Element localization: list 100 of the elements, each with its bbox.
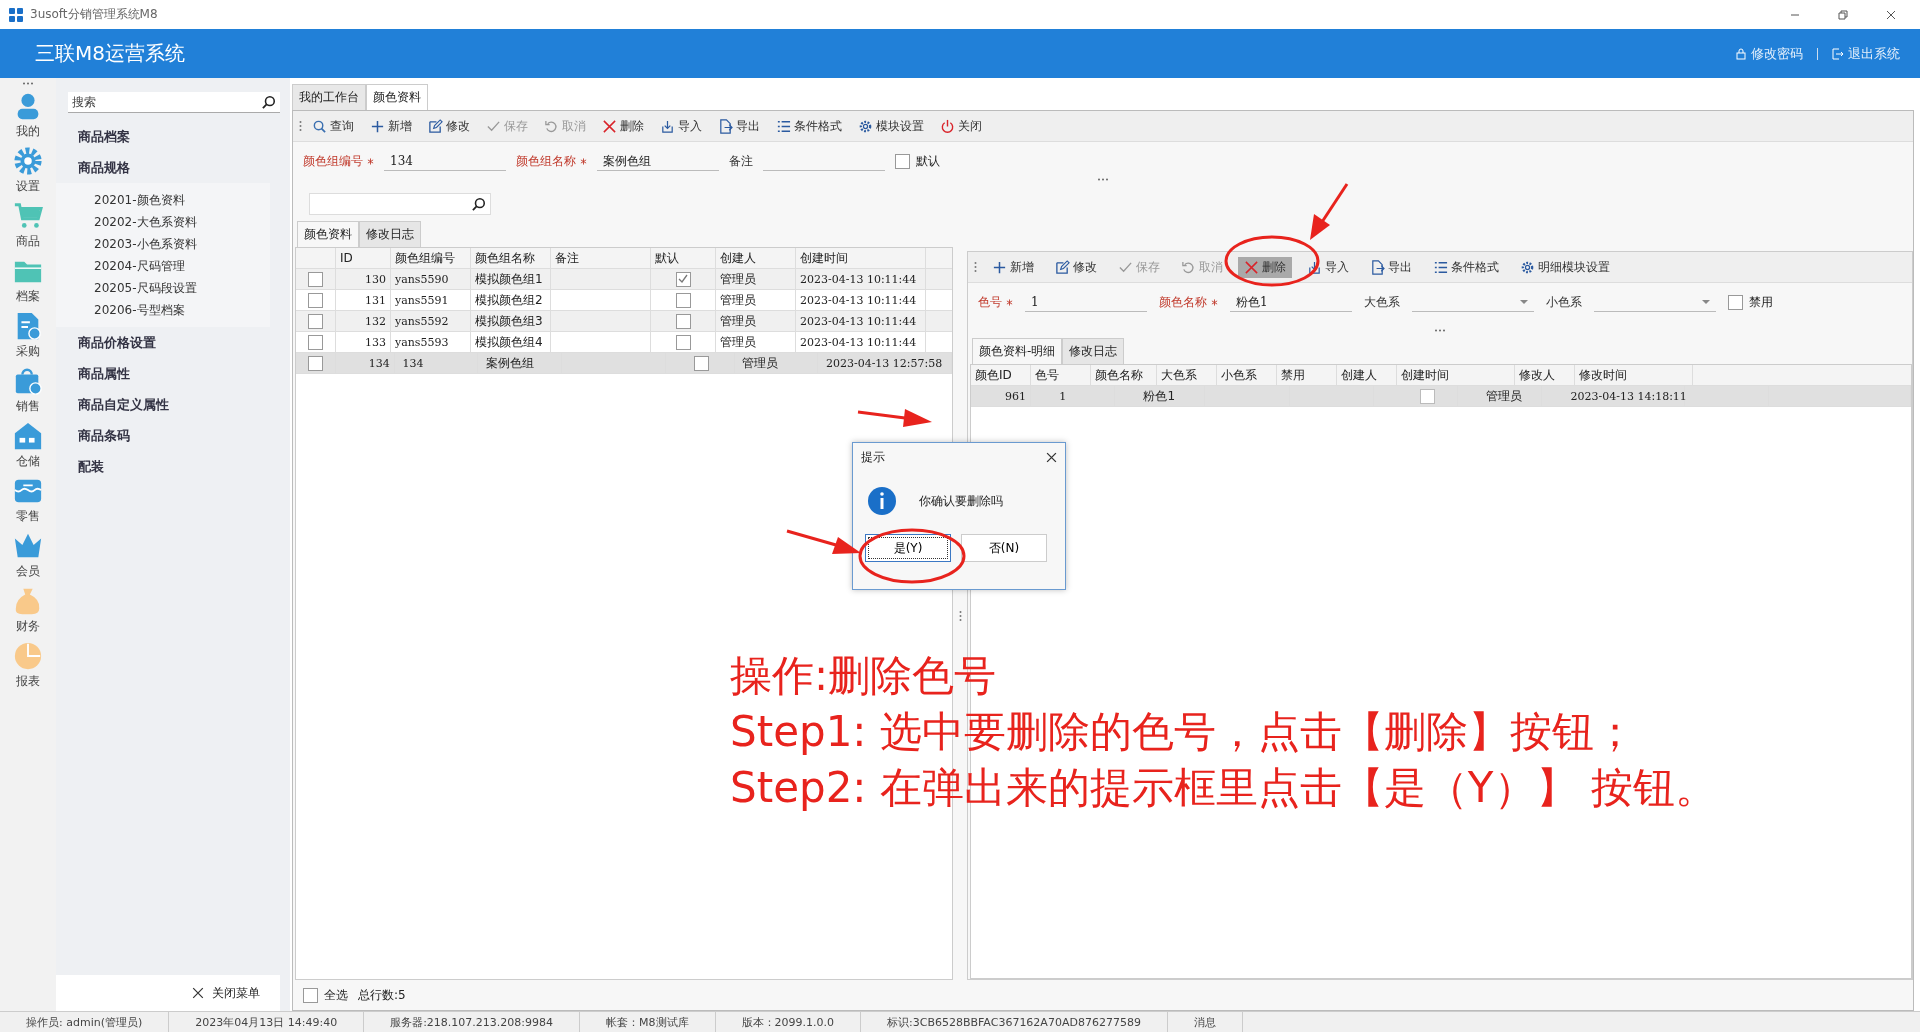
checkbox[interactable]: [1728, 295, 1743, 310]
grip-handle-icon[interactable]: [299, 120, 302, 132]
submenu-item[interactable]: 20205-尺码段设置: [94, 277, 270, 299]
checkbox[interactable]: [895, 154, 910, 169]
nav-item[interactable]: 仓储: [13, 421, 43, 470]
column-header[interactable]: 禁用: [1277, 365, 1337, 385]
toolbar-button[interactable]: 导出: [712, 115, 766, 137]
tab[interactable]: 颜色资料-明细: [972, 338, 1063, 364]
toolbar-button[interactable]: 条件格式: [770, 115, 848, 137]
column-header[interactable]: 创建时间: [1397, 365, 1515, 385]
row-checkbox[interactable]: [308, 292, 323, 308]
search-field[interactable]: 搜索: [68, 92, 280, 113]
column-header[interactable]: 修改人: [1515, 365, 1575, 385]
menu-item[interactable]: 商品属性: [56, 358, 290, 389]
table-cell: 134: [339, 353, 395, 373]
dialog-button[interactable]: 是(Y): [865, 534, 951, 562]
column-header[interactable]: 色号: [1031, 365, 1091, 385]
column-header[interactable]: 修改时间: [1575, 365, 1693, 385]
row-checkbox[interactable]: [308, 355, 323, 371]
header-link[interactable]: 退出系统: [1832, 44, 1900, 63]
row-checkbox[interactable]: [308, 271, 323, 287]
toolbar-button[interactable]: 新增: [364, 115, 418, 137]
nav-item[interactable]: 档案: [13, 256, 43, 305]
column-header[interactable]: 颜色组编号: [391, 248, 471, 268]
more-icon[interactable]: [1097, 177, 1109, 181]
submenu-item[interactable]: 20202-大色系资料: [94, 211, 270, 233]
menu-item[interactable]: 配装: [56, 451, 290, 482]
submenu-item[interactable]: 20204-尺码管理: [94, 255, 270, 277]
menu-item[interactable]: 商品条码: [56, 420, 290, 451]
tab[interactable]: 修改日志: [359, 221, 421, 247]
table-cell: 961: [971, 386, 1031, 406]
toolbar-button[interactable]: 删除: [1238, 256, 1292, 278]
more-icon[interactable]: [22, 82, 34, 85]
column-header[interactable]: 颜色组名称: [471, 248, 551, 268]
column-header[interactable]: 颜色ID: [971, 365, 1031, 385]
nav-item[interactable]: 财务: [13, 586, 43, 635]
plus-icon: [370, 118, 385, 134]
search-field[interactable]: [309, 193, 491, 215]
nav-item[interactable]: 商品: [13, 201, 43, 250]
column-header[interactable]: 创建时间: [796, 248, 926, 268]
more-icon[interactable]: [1434, 328, 1446, 332]
toolbar-button[interactable]: 明细模块设置: [1514, 256, 1616, 278]
submenu-item[interactable]: 20206-号型档案: [94, 299, 270, 321]
menu-item[interactable]: 商品规格: [56, 152, 290, 183]
dialog-button[interactable]: 否(N): [961, 534, 1047, 562]
toolbar-button[interactable]: 条件格式: [1427, 256, 1505, 278]
toolbar-button[interactable]: 修改: [422, 115, 476, 137]
submenu-item[interactable]: 20201-颜色资料: [94, 189, 270, 211]
column-header[interactable]: 大色系: [1157, 365, 1217, 385]
tab[interactable]: 颜色资料: [297, 221, 359, 247]
column-header[interactable]: 默认: [651, 248, 716, 268]
toolbar-button[interactable]: 导入: [1301, 256, 1355, 278]
select-all-checkbox[interactable]: [303, 987, 318, 1003]
row-checkbox[interactable]: [308, 334, 323, 350]
column-header[interactable]: 小色系: [1217, 365, 1277, 385]
row-checkbox[interactable]: [308, 313, 323, 329]
grip-handle-icon[interactable]: [974, 261, 977, 273]
input-field[interactable]: 粉色1: [1230, 293, 1352, 312]
toolbar-button[interactable]: 导出: [1364, 256, 1418, 278]
input-field[interactable]: 1: [1025, 293, 1147, 312]
nav-item[interactable]: 销售: [13, 366, 43, 415]
column-header[interactable]: 创建人: [1337, 365, 1397, 385]
menu-item[interactable]: 商品价格设置: [56, 327, 290, 358]
nav-item[interactable]: 零售: [13, 476, 43, 525]
toolbar-button[interactable]: 导入: [654, 115, 708, 137]
nav-item[interactable]: 设置: [13, 146, 43, 195]
column-header[interactable]: ID: [336, 248, 391, 268]
column-header[interactable]: 备注: [551, 248, 651, 268]
toolbar-button[interactable]: 查询: [306, 115, 360, 137]
restore-icon[interactable]: [1838, 9, 1848, 20]
column-header[interactable]: 颜色名称: [1091, 365, 1157, 385]
nav-item[interactable]: 会员: [13, 531, 43, 580]
required-asterisk-icon: [1211, 299, 1218, 306]
table-cell: yans5592: [391, 311, 471, 331]
header-link[interactable]: 修改密码: [1735, 44, 1803, 63]
menu-item[interactable]: 商品自定义属性: [56, 389, 290, 420]
field-label: 禁用: [1749, 294, 1773, 311]
close-icon[interactable]: [1046, 452, 1057, 463]
input-field[interactable]: 134: [384, 152, 506, 171]
tab[interactable]: 修改日志: [1062, 338, 1125, 364]
input-field[interactable]: 案例色组: [597, 152, 719, 171]
grip-handle-icon[interactable]: [958, 609, 962, 622]
power-icon: [940, 118, 955, 134]
close-menu-button[interactable]: 关闭菜单: [192, 984, 260, 1002]
tab[interactable]: 颜色资料: [366, 84, 428, 110]
toolbar-button[interactable]: 关闭: [934, 115, 988, 137]
submenu-item[interactable]: 20203-小色系资料: [94, 233, 270, 255]
settings-icon: [13, 146, 43, 176]
toolbar-button[interactable]: 新增: [986, 256, 1040, 278]
dialog-title: 提示: [861, 449, 885, 466]
nav-item[interactable]: 我的: [13, 91, 43, 140]
nav-item[interactable]: 采购: [13, 311, 43, 360]
tab[interactable]: 我的工作台: [292, 84, 366, 110]
column-header[interactable]: 创建人: [716, 248, 796, 268]
nav-item[interactable]: 报表: [13, 641, 43, 690]
toolbar-button[interactable]: 删除: [596, 115, 650, 137]
toolbar-button[interactable]: 修改: [1049, 256, 1103, 278]
menu-item[interactable]: 商品档案: [56, 121, 290, 152]
close-icon[interactable]: [1886, 9, 1896, 20]
toolbar-button[interactable]: 模块设置: [852, 115, 930, 137]
